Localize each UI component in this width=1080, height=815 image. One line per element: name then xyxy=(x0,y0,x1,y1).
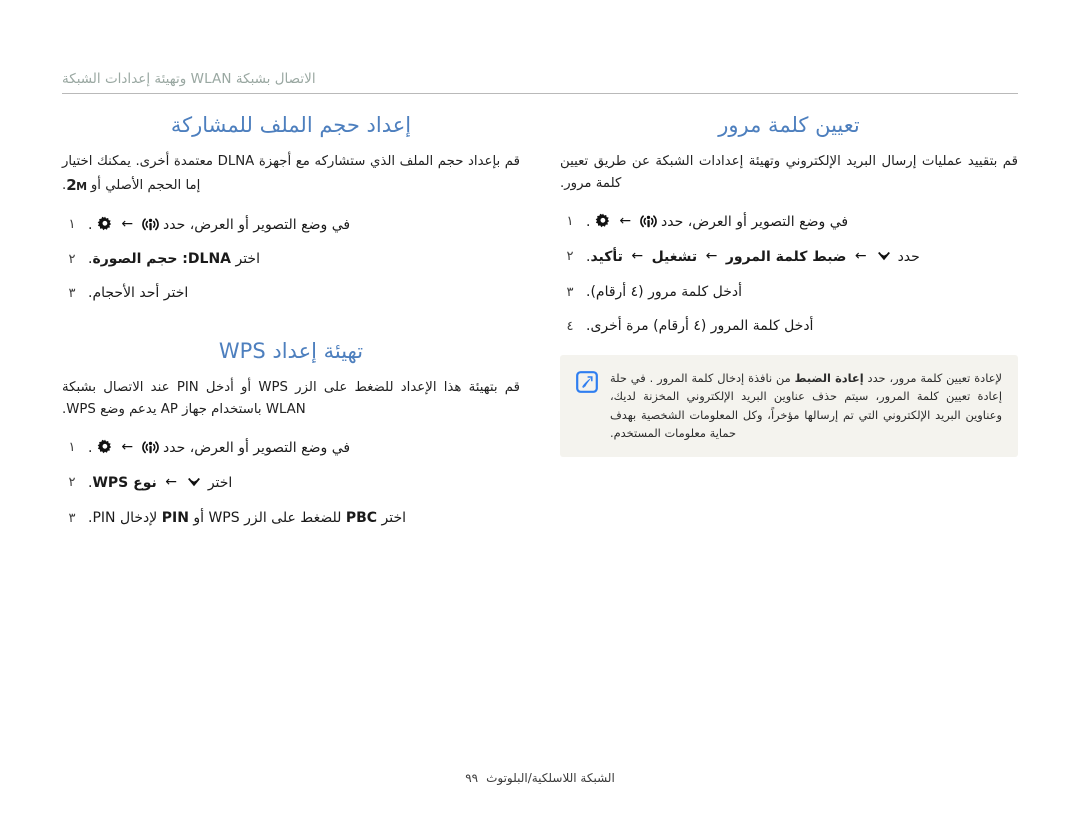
step-item: ٢ اختر ← نوع WPS. xyxy=(62,472,520,495)
page-number: ٩٩ xyxy=(465,771,479,785)
wifi-signal-icon xyxy=(141,440,159,455)
step-bold-term-3: تأكيد xyxy=(590,249,623,266)
step-text-pre: اختر xyxy=(207,475,233,492)
step-text-pre: في وضع التصوير أو العرض، حدد xyxy=(163,216,351,233)
running-header-text: الاتصال بشبكة WLAN وتهيئة إعدادات الشبكة xyxy=(62,71,316,87)
section-title-file-size: إعداد حجم الملف للمشاركة xyxy=(170,113,412,137)
arrow-icon: ← xyxy=(619,213,632,230)
step-item: ١ في وضع التصوير أو العرض، حدد ← . xyxy=(62,437,520,459)
step-number: ٣ xyxy=(68,285,76,301)
step-text: في وضع التصوير أو العرض، حدد ← . xyxy=(88,437,520,459)
step-text-pre: في وضع التصوير أو العرض، حدد xyxy=(163,440,351,457)
step-number: ١ xyxy=(566,214,574,230)
step-text: اختر ← نوع WPS. xyxy=(88,472,520,495)
step-text-pre: حدد xyxy=(897,249,920,266)
password-steps: ١ في وضع التصوير أو العرض، حدد ← . ٢ حدد… xyxy=(560,211,1018,337)
step-item: ٣ اختر أحد الأحجام. xyxy=(62,283,520,304)
step-text-post: . xyxy=(586,214,591,231)
step-text: حدد ← ضبط كلمة المرور ← تشغيل ← تأكيد. xyxy=(586,246,1018,269)
arrow-icon-2: ← xyxy=(705,248,718,265)
step-text: أدخل كلمة مرور (٤ أرقام). xyxy=(586,283,743,300)
left-column: تعيين كلمة مرور قم بتقييد عمليات إرسال ا… xyxy=(560,112,1018,457)
step-bold-term: DLNA: حجم الصورة xyxy=(92,250,232,267)
arrow-icon: ← xyxy=(121,215,134,232)
running-header: الاتصال بشبكة WLAN وتهيئة إعدادات الشبكة xyxy=(62,68,1018,93)
step-number: ٣ xyxy=(566,284,574,300)
file-size-intro-text: قم بإعداد حجم الملف الذي ستشاركه مع أجهز… xyxy=(62,154,520,194)
step-number: ٢ xyxy=(68,251,76,267)
gear-icon xyxy=(97,439,113,455)
footer-text: الشبكة اللاسلكية/البلوتوث xyxy=(486,771,615,785)
note-bold-term: إعادة الضبط xyxy=(794,370,864,385)
file-size-steps: ١ في وضع التصوير أو العرض، حدد ← . ٢ اخت… xyxy=(62,214,520,304)
step-item: ١ في وضع التصوير أو العرض، حدد ← . xyxy=(560,211,1018,233)
step-item: ١ في وضع التصوير أو العرض، حدد ← . xyxy=(62,214,520,236)
step-number: ٣ xyxy=(68,510,76,526)
gear-icon xyxy=(97,216,113,232)
step-item: ٢ اختر DLNA: حجم الصورة. xyxy=(62,249,520,270)
step-number: ٢ xyxy=(68,475,76,491)
arrow-icon: ← xyxy=(121,439,134,456)
chevron-down-icon xyxy=(185,475,203,495)
section-title-password: تعيين كلمة مرور xyxy=(718,113,860,137)
note-pen-icon xyxy=(574,369,598,443)
note-text-part1: لإعادة تعيين كلمة مرور، حدد xyxy=(867,370,1003,385)
header-divider xyxy=(62,93,1018,94)
step-item: ٣ أدخل كلمة مرور (٤ أرقام). xyxy=(560,282,1018,303)
arrow-icon-3: ← xyxy=(631,248,644,265)
step-item: ٣ اختر PBC للضغط على الزر WPS أو PIN لإد… xyxy=(62,508,520,529)
step-number: ٤ xyxy=(566,318,574,334)
chevron-down-icon xyxy=(875,249,893,269)
step-bold-term-2: PIN xyxy=(161,509,189,526)
step-text: في وضع التصوير أو العرض، حدد ← . xyxy=(586,211,1018,233)
note-text: لإعادة تعيين كلمة مرور، حدد إعادة الضبط … xyxy=(610,369,1002,443)
password-intro: قم بتقييد عمليات إرسال البريد الإلكتروني… xyxy=(560,154,1018,192)
step-text: اختر أحد الأحجام. xyxy=(88,284,189,301)
wifi-signal-icon xyxy=(141,217,159,232)
arrow-icon: ← xyxy=(854,248,867,265)
step-text: اختر PBC للضغط على الزر WPS أو PIN لإدخا… xyxy=(88,508,520,529)
step-text-post: . xyxy=(88,440,93,457)
two-column-body: إعداد حجم الملف للمشاركة قم بإعداد حجم ا… xyxy=(62,112,1018,712)
section-title-wps: تهيئة إعداد WPS xyxy=(218,338,364,363)
step-text-mid: للضغط على الزر WPS أو xyxy=(193,509,342,526)
step-number: ٢ xyxy=(566,249,574,265)
gear-icon xyxy=(595,213,611,229)
step-number: ١ xyxy=(68,440,76,456)
step-text: في وضع التصوير أو العرض، حدد ← . xyxy=(88,214,520,236)
step-bold-term: نوع WPS xyxy=(92,475,157,492)
file-size-intro: قم بإعداد حجم الملف الذي ستشاركه مع أجهز… xyxy=(62,151,520,198)
note-callout: لإعادة تعيين كلمة مرور، حدد إعادة الضبط … xyxy=(560,354,1018,457)
arrow-icon: ← xyxy=(165,474,177,491)
step-number: ١ xyxy=(68,216,76,232)
step-text-post: لإدخال PIN. xyxy=(88,509,158,526)
step-item: ٢ حدد ← ضبط كلمة المرور ← تشغيل ← تأكيد. xyxy=(560,246,1018,269)
step-text: أدخل كلمة المرور (٤ أرقام) مرة أخرى. xyxy=(586,317,814,334)
page-footer: الشبكة اللاسلكية/البلوتوث ٩٩ xyxy=(0,771,1080,785)
step-text: اختر DLNA: حجم الصورة. xyxy=(88,249,520,270)
step-text-pre: اختر xyxy=(381,509,407,526)
wps-intro: قم بتهيئة هذا الإعداد للضغط على الزر WPS… xyxy=(62,380,521,418)
step-text-post: . xyxy=(88,216,93,233)
size-tag-2m: 2M xyxy=(66,176,87,195)
document-page: الاتصال بشبكة WLAN وتهيئة إعدادات الشبكة… xyxy=(0,0,1080,815)
step-bold-term-1: ضبط كلمة المرور xyxy=(725,249,847,266)
wifi-signal-icon xyxy=(639,214,657,229)
step-text-pre: في وضع التصوير أو العرض، حدد xyxy=(661,214,849,231)
step-item: ٤ أدخل كلمة المرور (٤ أرقام) مرة أخرى. xyxy=(560,316,1018,337)
wps-steps: ١ في وضع التصوير أو العرض، حدد ← . ٢ اخت… xyxy=(62,437,520,529)
step-bold-term: PBC xyxy=(345,509,378,526)
step-bold-term-2: تشغيل xyxy=(651,249,698,266)
step-text-pre: اختر xyxy=(235,250,260,267)
right-column: إعداد حجم الملف للمشاركة قم بإعداد حجم ا… xyxy=(62,112,520,542)
